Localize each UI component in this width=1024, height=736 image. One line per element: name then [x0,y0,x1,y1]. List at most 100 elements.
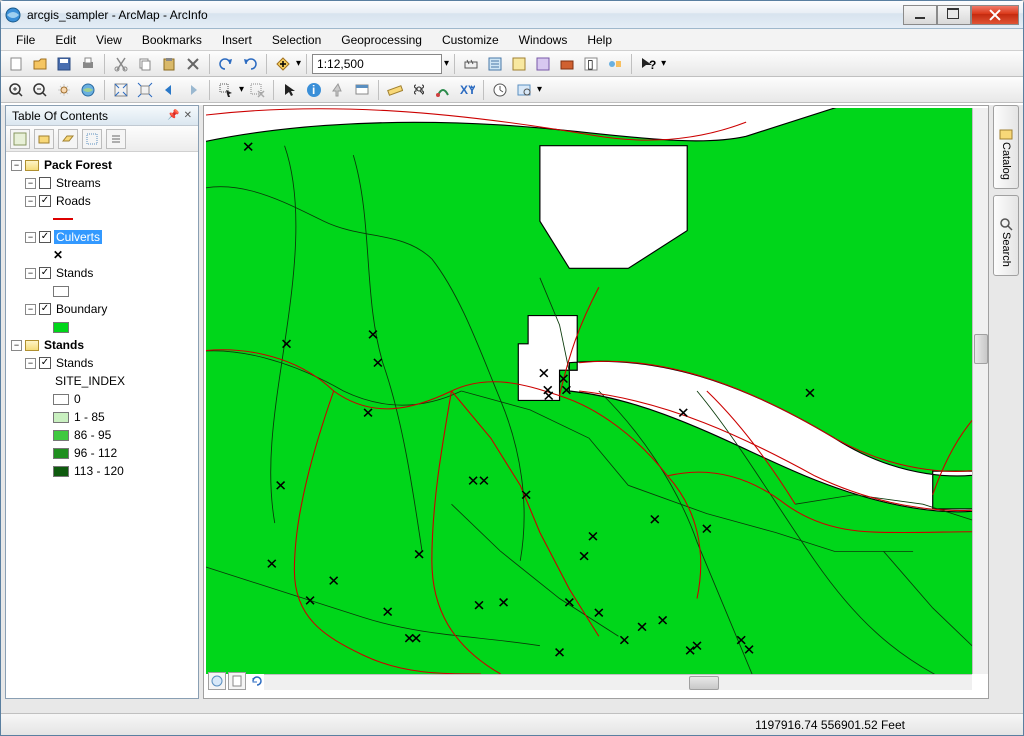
arctoolbox-icon[interactable] [556,53,578,75]
undo-icon[interactable] [215,53,237,75]
toc-icon[interactable] [484,53,506,75]
search-window-icon[interactable] [532,53,554,75]
menu-selection[interactable]: Selection [263,31,330,49]
dropdown-arrow-icon[interactable]: ▾ [444,58,449,69]
layer-checkbox[interactable] [39,195,51,207]
layer-label[interactable]: Roads [54,194,93,208]
maximize-button[interactable] [937,5,971,25]
catalog-window-icon[interactable] [508,53,530,75]
list-by-visibility-icon[interactable] [58,129,78,149]
list-by-drawing-order-icon[interactable] [10,129,30,149]
list-by-selection-icon[interactable] [82,129,102,149]
html-popup-icon[interactable] [351,79,373,101]
create-viewer-icon[interactable] [513,79,535,101]
model-builder-icon[interactable] [604,53,626,75]
map-canvas[interactable] [206,108,972,674]
layer-label[interactable]: 1 - 85 [72,410,107,424]
fixed-zoom-in-icon[interactable] [110,79,132,101]
menu-file[interactable]: File [7,31,44,49]
list-by-source-icon[interactable] [34,129,54,149]
expander-icon[interactable]: − [25,196,36,207]
menu-edit[interactable]: Edit [46,31,85,49]
menu-insert[interactable]: Insert [213,31,261,49]
open-icon[interactable] [29,53,51,75]
full-extent-icon[interactable] [77,79,99,101]
expander-icon[interactable]: − [25,178,36,189]
layer-label[interactable]: Boundary [54,302,109,316]
menu-customize[interactable]: Customize [433,31,508,49]
layer-label[interactable]: 86 - 95 [72,428,113,442]
data-view-icon[interactable] [208,672,226,690]
expander-icon[interactable]: − [25,358,36,369]
delete-icon[interactable] [182,53,204,75]
scroll-thumb[interactable] [689,676,719,690]
redo-icon[interactable] [239,53,261,75]
layer-label[interactable]: Streams [54,176,103,190]
print-icon[interactable] [77,53,99,75]
identify-icon[interactable]: i [303,79,325,101]
layer-label[interactable]: Stands [54,266,95,280]
toolbar-overflow-icon[interactable]: ▾ [661,58,666,69]
layer-label[interactable]: Culverts [54,230,102,244]
layer-label[interactable]: Pack Forest [42,158,114,172]
layer-label[interactable]: 113 - 120 [72,464,126,478]
layer-checkbox[interactable] [39,267,51,279]
layer-checkbox[interactable] [39,231,51,243]
options-icon[interactable] [106,129,126,149]
menu-windows[interactable]: Windows [510,31,577,49]
expander-icon[interactable]: − [25,232,36,243]
layer-checkbox[interactable] [39,177,51,189]
find-route-icon[interactable] [432,79,454,101]
search-tab[interactable]: Search [993,195,1019,276]
close-button[interactable] [971,5,1019,25]
select-features-icon[interactable] [215,79,237,101]
scroll-thumb[interactable] [974,334,988,364]
expander-icon[interactable]: − [25,304,36,315]
back-extent-icon[interactable] [158,79,180,101]
time-slider-icon[interactable] [489,79,511,101]
pin-icon[interactable]: 📌 [167,110,179,121]
whats-this-icon[interactable]: ? [637,53,659,75]
pan-icon[interactable] [53,79,75,101]
toolbar-overflow-icon[interactable]: ▾ [537,84,542,95]
close-panel-icon[interactable]: ✕ [184,110,192,121]
expander-icon[interactable]: − [11,340,22,351]
copy-icon[interactable] [134,53,156,75]
find-icon[interactable] [408,79,430,101]
menu-help[interactable]: Help [578,31,621,49]
dropdown-arrow-icon[interactable]: ▾ [296,58,301,69]
save-icon[interactable] [53,53,75,75]
forward-extent-icon[interactable] [182,79,204,101]
layer-label[interactable]: Stands [42,338,86,352]
hyperlink-icon[interactable] [327,79,349,101]
measure-icon[interactable] [384,79,406,101]
layer-label[interactable]: 0 [72,392,83,406]
layer-checkbox[interactable] [39,303,51,315]
minimize-button[interactable] [903,5,937,25]
layer-checkbox[interactable] [39,357,51,369]
layer-label[interactable]: Stands [54,356,95,370]
editor-toolbar-icon[interactable] [460,53,482,75]
cut-icon[interactable] [110,53,132,75]
new-icon[interactable] [5,53,27,75]
select-elements-icon[interactable] [279,79,301,101]
menu-bookmarks[interactable]: Bookmarks [133,31,211,49]
scale-input[interactable] [312,54,442,74]
vertical-scrollbar[interactable] [972,108,988,674]
catalog-tab[interactable]: Catalog [993,105,1019,189]
horizontal-scrollbar[interactable] [264,674,972,690]
fixed-zoom-out-icon[interactable] [134,79,156,101]
menu-view[interactable]: View [87,31,131,49]
menu-geoprocessing[interactable]: Geoprocessing [332,31,431,49]
layer-label[interactable]: 96 - 112 [72,446,119,460]
paste-icon[interactable] [158,53,180,75]
zoom-out-icon[interactable] [29,79,51,101]
clear-selection-icon[interactable] [246,79,268,101]
add-data-icon[interactable] [272,53,294,75]
layout-view-icon[interactable] [228,672,246,690]
zoom-in-icon[interactable] [5,79,27,101]
go-to-xy-icon[interactable]: XY [456,79,478,101]
python-window-icon[interactable]: ▯ [580,53,602,75]
expander-icon[interactable]: − [25,268,36,279]
dropdown-arrow-icon[interactable]: ▾ [239,84,244,95]
